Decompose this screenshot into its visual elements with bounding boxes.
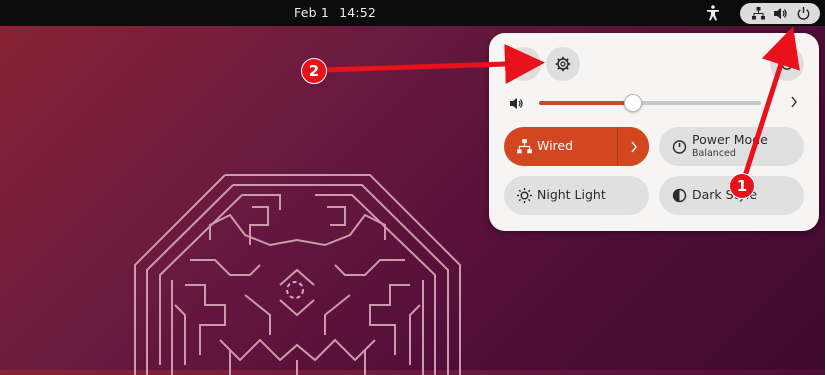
tile-power-mode[interactable]: Power Mode Balanced bbox=[659, 127, 804, 166]
tile-power-mode-label: Power Mode bbox=[692, 132, 768, 147]
clock-time: 14:52 bbox=[339, 5, 377, 20]
screenshot-button[interactable] bbox=[507, 47, 541, 81]
volume-menu-arrow-icon[interactable] bbox=[789, 94, 799, 110]
volume-icon bbox=[774, 8, 787, 19]
gear-icon bbox=[555, 56, 571, 72]
night-light-icon bbox=[517, 188, 532, 203]
tile-night-light[interactable]: Night Light bbox=[504, 176, 649, 215]
network-wired-icon bbox=[752, 7, 765, 20]
top-bar: Feb 1 14:52 bbox=[0, 0, 825, 26]
annotation-number-1: 1 bbox=[736, 177, 748, 195]
tile-night-light-label: Night Light bbox=[537, 187, 606, 202]
power-button[interactable] bbox=[770, 47, 804, 81]
power-icon bbox=[781, 57, 793, 70]
network-wired-icon bbox=[517, 139, 532, 154]
accessibility-icon[interactable] bbox=[704, 4, 722, 22]
tile-power-mode-subtitle: Balanced bbox=[692, 148, 736, 159]
annotation-badge-2: 2 bbox=[301, 58, 327, 84]
tile-wired-label: Wired bbox=[537, 138, 574, 153]
settings-button[interactable] bbox=[546, 47, 580, 81]
tile-wired[interactable]: Wired bbox=[504, 127, 649, 166]
wallpaper-maze-artwork bbox=[134, 174, 461, 375]
chevron-right-icon bbox=[631, 141, 637, 153]
dark-style-icon bbox=[672, 188, 687, 203]
wired-menu-button[interactable] bbox=[617, 127, 649, 166]
volume-icon bbox=[510, 98, 523, 109]
clock[interactable]: Feb 1 14:52 bbox=[294, 5, 376, 20]
volume-slider-fill bbox=[539, 101, 632, 105]
system-status-menu[interactable] bbox=[740, 3, 820, 24]
power-mode-icon bbox=[672, 140, 687, 154]
annotation-number-2: 2 bbox=[308, 62, 320, 80]
volume-slider-handle[interactable] bbox=[624, 94, 642, 112]
power-icon bbox=[797, 7, 810, 20]
annotation-badge-1: 1 bbox=[729, 173, 755, 199]
volume-slider[interactable] bbox=[539, 94, 761, 112]
clock-date: Feb 1 bbox=[294, 5, 330, 20]
quick-settings-panel: Wired Power Mode Balanced Night Light Da… bbox=[489, 33, 819, 231]
